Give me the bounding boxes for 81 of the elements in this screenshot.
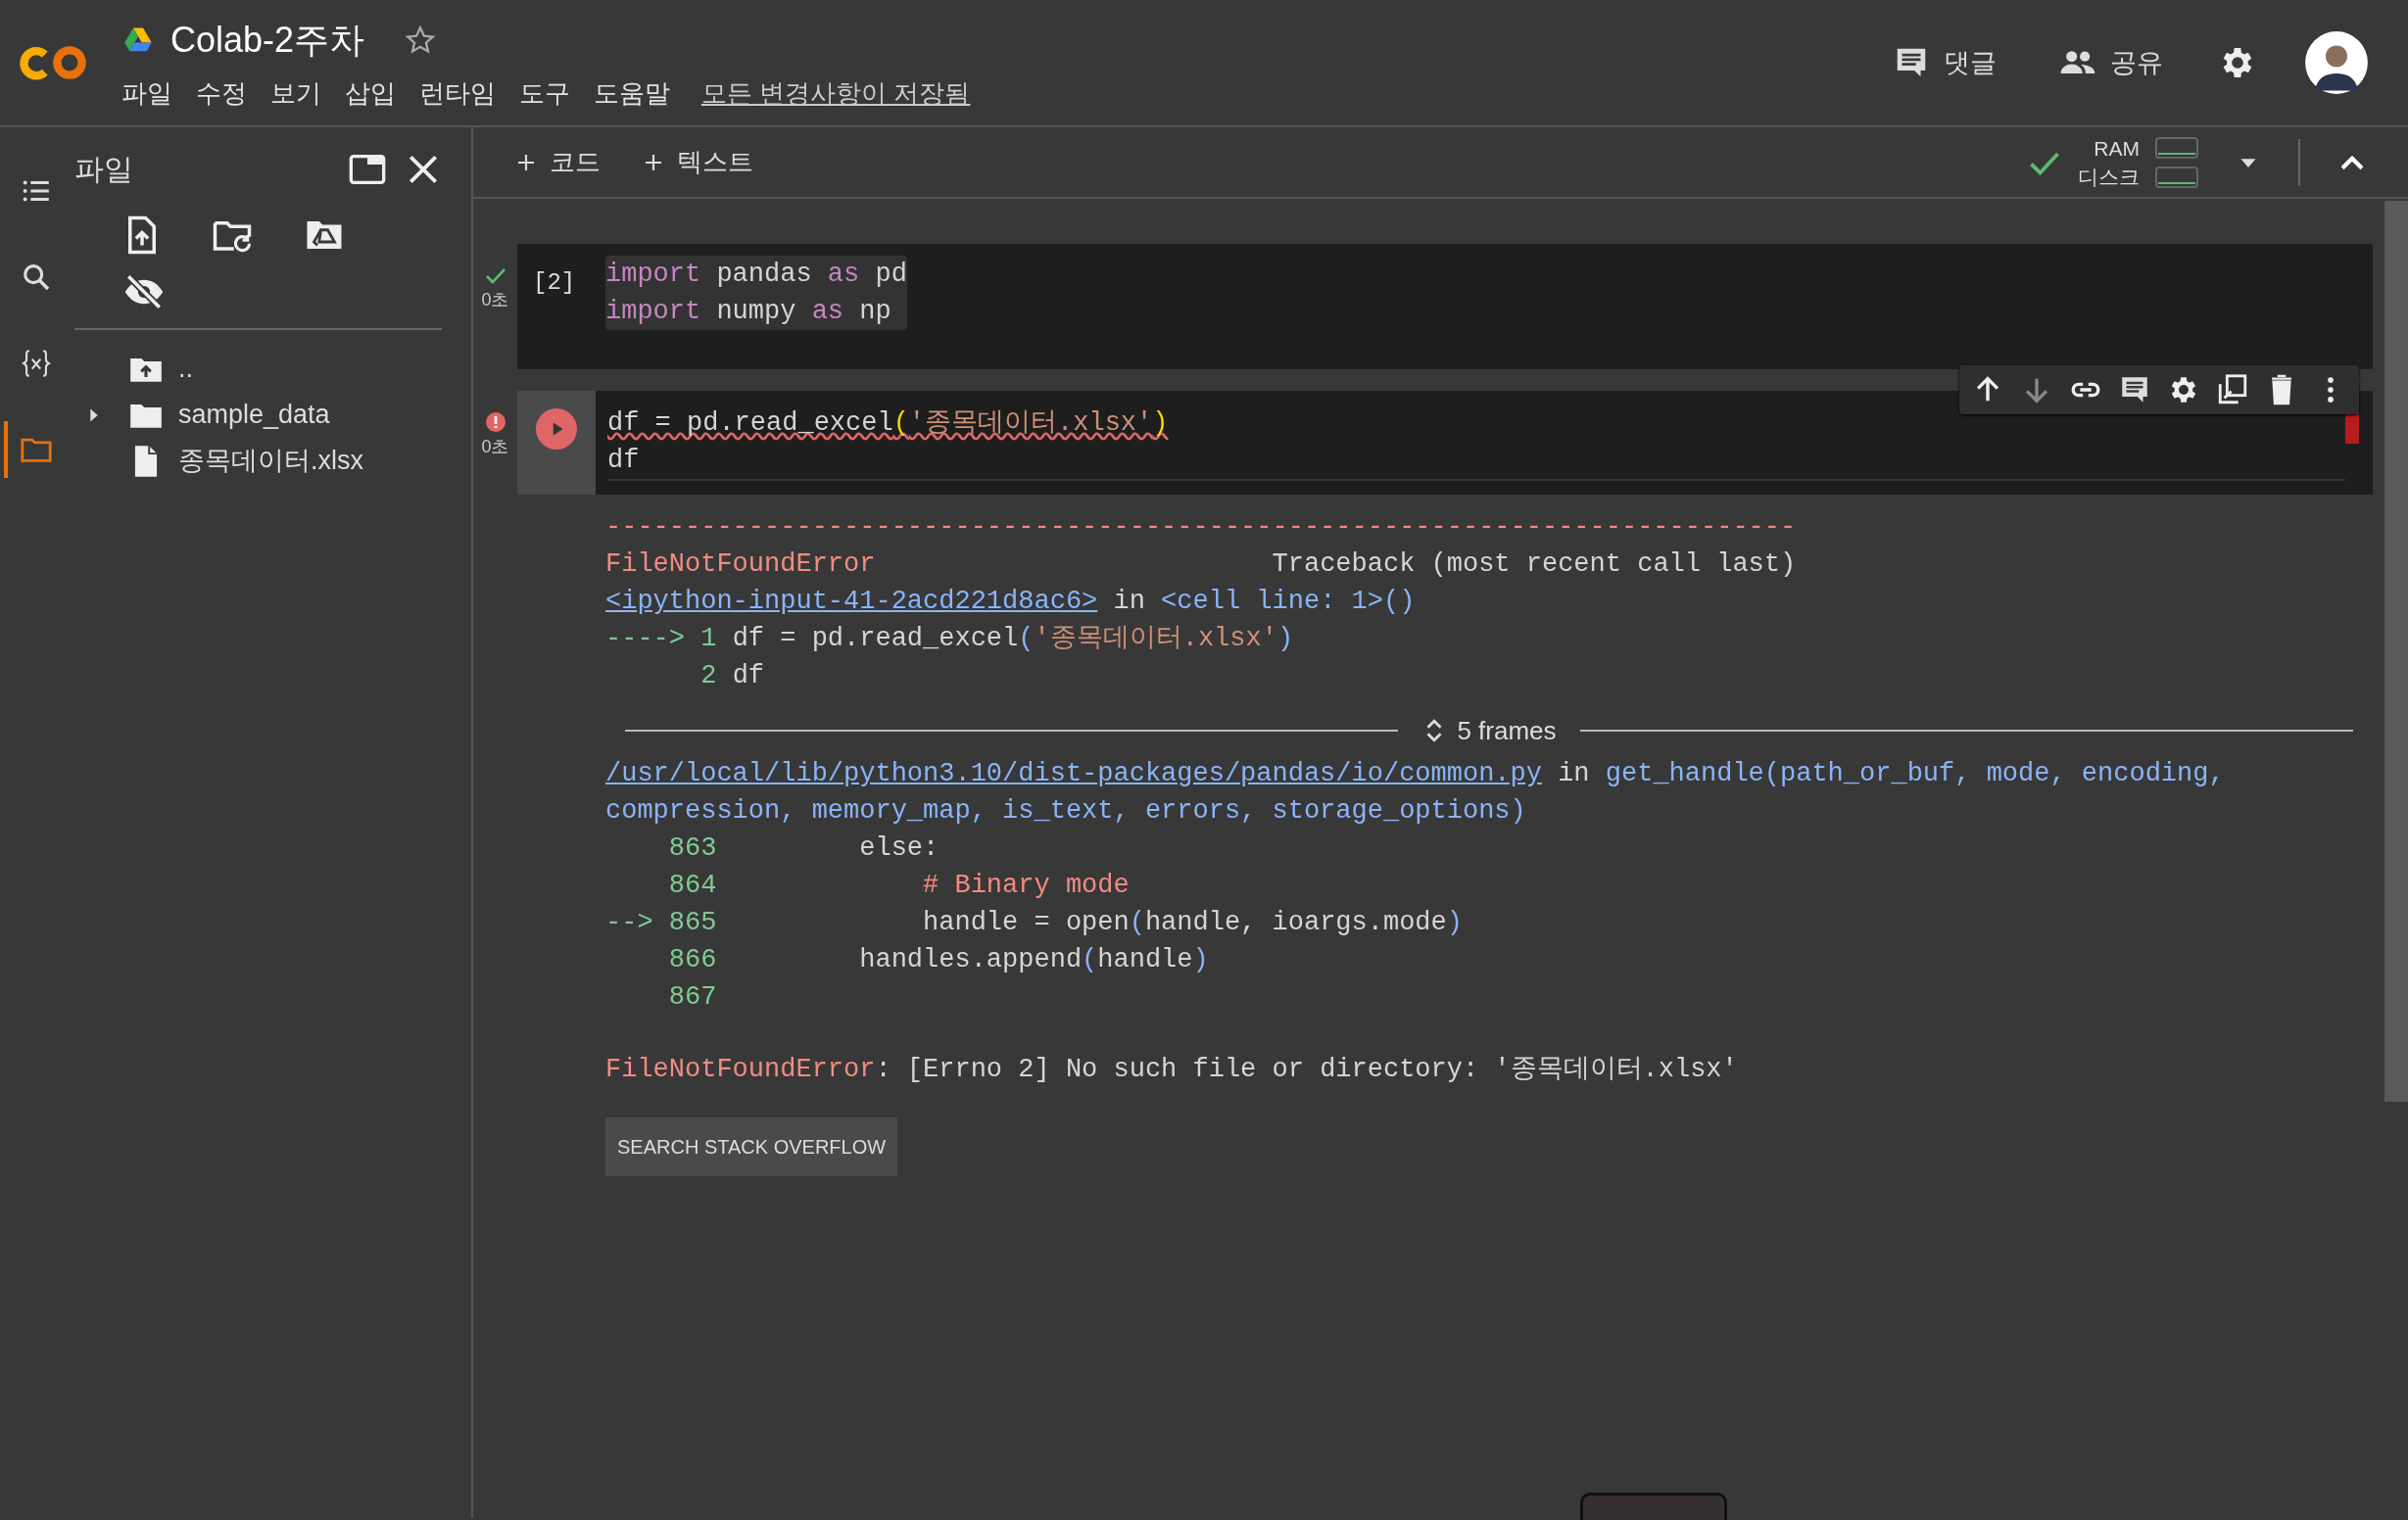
- code-text: handles.append: [858, 945, 1083, 974]
- menu-item[interactable]: 삽입: [345, 73, 396, 113]
- line-number: --> 865: [605, 908, 718, 937]
- code-text: df = pd.read_excel: [732, 624, 1019, 653]
- code-text: df: [732, 661, 765, 690]
- code-text: np: [858, 297, 891, 326]
- code-text: else:: [858, 833, 939, 863]
- panel-title: 파일: [74, 152, 133, 187]
- menu-item[interactable]: 보기: [270, 73, 321, 113]
- code-text: df: [607, 446, 640, 475]
- file-tree-item[interactable]: 종목데이터.xlsx: [178, 441, 363, 481]
- add-code-button[interactable]: 코드: [508, 142, 606, 182]
- error-text: ---------------------------------------------------------------------------: [605, 512, 1797, 542]
- add-text-button[interactable]: 텍스트: [636, 142, 759, 182]
- line-number: ----> 1: [605, 624, 718, 653]
- code-text: pandas: [715, 260, 813, 289]
- code-text: handle = open: [922, 908, 1130, 937]
- code-keyword: as: [811, 297, 844, 326]
- variables-icon: [20, 347, 53, 380]
- code-name: (: [1082, 945, 1098, 974]
- line-number: 866: [667, 945, 718, 974]
- code-name: compression, memory_map, is_text, errors, storage_options): [605, 796, 1526, 826]
- menu-item[interactable]: 도움말: [594, 73, 670, 113]
- code-text: in: [1112, 587, 1146, 616]
- menu-item[interactable]: 수정: [196, 73, 247, 113]
- run-button[interactable]: [536, 408, 577, 450]
- error-text: # Binary mode: [922, 871, 1130, 900]
- code-keyword: import: [605, 297, 701, 326]
- line-number: 2: [699, 661, 718, 690]
- mirror-icon[interactable]: [2216, 373, 2249, 406]
- code-bracket: (: [892, 408, 909, 438]
- code-name: <cell line: 1>(): [1161, 587, 1416, 616]
- code-name: ): [1276, 624, 1294, 653]
- execution-time: 0초: [481, 289, 509, 311]
- code-text: numpy: [715, 297, 797, 326]
- file-link[interactable]: <ipython-input-41-2acd221d8ac6>: [605, 587, 1098, 616]
- search-stack-overflow-button[interactable]: SEARCH STACK OVERFLOW: [605, 1117, 898, 1176]
- code-name: (: [1018, 624, 1035, 653]
- error-text: FileNotFoundError: [605, 1055, 876, 1084]
- save-status-link[interactable]: 모든 변경사항이 저장됨: [701, 73, 971, 113]
- file-link[interactable]: /usr/local/lib/python3.10/dist-packages/pandas/io/common.py: [605, 759, 1542, 788]
- frames-toggle[interactable]: 5 frames: [1416, 712, 1563, 749]
- code-text: handle, ioargs.mode: [1144, 908, 1447, 937]
- comment-button[interactable]: 댓글: [1885, 38, 2004, 87]
- string-literal: '종목데이터.xlsx': [908, 408, 1153, 438]
- code-name: ): [1446, 908, 1463, 937]
- code-text: handle: [1097, 945, 1193, 974]
- string-literal: '종목데이터.xlsx': [1034, 624, 1277, 653]
- line-number: 867: [667, 982, 718, 1012]
- menu-item[interactable]: 도구: [519, 73, 570, 113]
- menu-item[interactable]: 파일: [121, 73, 172, 113]
- usage-graph-icon: [2155, 136, 2198, 159]
- code-editor[interactable]: import pandas as pd import numpy as np: [605, 256, 907, 330]
- code-keyword: as: [827, 260, 860, 289]
- resource-label: RAM: [2093, 135, 2140, 162]
- code-bracket: ): [1152, 408, 1169, 438]
- line-number: 863: [667, 833, 718, 863]
- usage-graph-icon: [2155, 166, 2198, 188]
- execution-time: 0초: [481, 436, 509, 458]
- code-text: pd: [874, 260, 907, 289]
- code-cell[interactable]: [2] import pandas as pd import numpy as np: [517, 244, 2373, 369]
- menu-item[interactable]: 런타임: [419, 73, 496, 113]
- line-number: 864: [667, 871, 718, 900]
- code-name: ): [1192, 945, 1209, 974]
- code-name: get_handle(path_or_buf, mode, encoding,: [1605, 759, 2225, 788]
- code-text: df = pd.read_excel: [607, 408, 893, 438]
- error-text: FileNotFoundError: [605, 549, 876, 579]
- code-cell[interactable]: [517, 391, 2373, 1196]
- file-tree-item[interactable]: ..: [178, 349, 193, 389]
- code-name: (: [1129, 908, 1145, 937]
- code-keyword: import: [605, 260, 701, 289]
- share-button[interactable]: 공유: [2051, 38, 2171, 87]
- file-tree-item[interactable]: sample_data: [178, 395, 330, 435]
- resource-label: 디스크: [2078, 164, 2140, 190]
- avatar[interactable]: [2304, 30, 2369, 95]
- code-text: : [Errno 2] No such file or directory: '종목데이터.xlsx': [875, 1055, 1738, 1084]
- code-text: in: [1557, 759, 1591, 788]
- execution-count: [2]: [532, 268, 577, 298]
- code-text: Traceback (most recent call last): [1271, 549, 1797, 579]
- scrollbar[interactable]: [2384, 201, 2408, 1102]
- notebook-title[interactable]: Colab-2주차: [170, 13, 365, 67]
